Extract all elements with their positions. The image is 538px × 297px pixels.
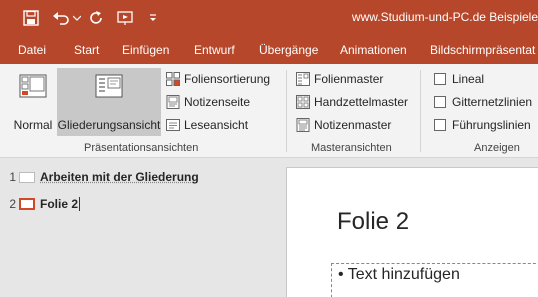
outline-item[interactable]: 2 Folie 2	[0, 193, 262, 215]
redo-icon[interactable]	[86, 0, 106, 36]
group-separator	[286, 70, 287, 152]
handout-master-label: Handzettelmaster	[314, 95, 409, 109]
handout-master-icon	[296, 95, 310, 109]
guides-checkbox-box[interactable]	[434, 119, 446, 131]
undo-dropdown-icon[interactable]	[72, 0, 82, 36]
presentation-views-group-label: Präsentationsansichten	[84, 142, 199, 154]
outline-view-icon	[95, 74, 123, 98]
ruler-checkbox[interactable]: Lineal	[434, 69, 484, 89]
gridlines-checkbox-box[interactable]	[434, 96, 446, 108]
outline-item[interactable]: 1 Arbeiten mit der Gliederung	[0, 166, 262, 188]
notes-page-button[interactable]: Notizenseite	[166, 92, 250, 112]
outline-view-label: Gliederungsansicht	[57, 118, 161, 132]
reading-view-icon	[166, 119, 180, 131]
outline-item-text[interactable]: Folie 2	[40, 197, 78, 211]
notes-master-icon	[296, 118, 310, 132]
guides-checkbox[interactable]: Führungslinien	[434, 115, 531, 135]
tab-entwurf[interactable]: Entwurf	[194, 36, 235, 64]
guides-label: Führungslinien	[452, 118, 531, 132]
notes-master-button[interactable]: Notizenmaster	[296, 115, 391, 135]
tab-uebergaenge[interactable]: Übergänge	[259, 36, 318, 64]
tab-einfuegen[interactable]: Einfügen	[122, 36, 169, 64]
slide-master-button[interactable]: Folienmaster	[296, 69, 383, 89]
tab-datei[interactable]: Datei	[18, 36, 46, 64]
tab-bildschirmpraesentation[interactable]: Bildschirmpräsentat	[430, 36, 535, 64]
ribbon-tabs: Datei Start Einfügen Entwurf Übergänge A…	[0, 36, 538, 64]
show-group-label: Anzeigen	[474, 142, 520, 154]
slide-thumbnail-icon[interactable]	[19, 171, 35, 183]
notes-master-label: Notizenmaster	[314, 118, 392, 132]
slide-sorter-label: Foliensortierung	[184, 72, 271, 86]
outline-pane[interactable]: 1 Arbeiten mit der Gliederung 2 Folie 2	[0, 159, 262, 297]
master-views-group-label: Masteransichten	[311, 142, 392, 154]
slide-thumbnail-icon[interactable]	[19, 198, 35, 210]
slide-sorter-icon	[166, 72, 180, 86]
save-icon[interactable]	[14, 0, 48, 36]
slide-sorter-button[interactable]: Foliensortierung	[166, 69, 270, 89]
title-bar: www.Studium-und-PC.de Beispiele	[0, 0, 538, 36]
handout-master-button[interactable]: Handzettelmaster	[296, 92, 408, 112]
slide-title[interactable]: Folie 2	[337, 208, 409, 236]
notes-page-icon	[166, 95, 180, 109]
pane-splitter[interactable]	[262, 159, 286, 297]
reading-view-label: Leseansicht	[184, 118, 249, 132]
ribbon-view-panel: Normal Gliederungsansicht Foliensortieru…	[0, 64, 538, 158]
outline-item-text[interactable]: Arbeiten mit der Gliederung	[40, 170, 199, 184]
ruler-label: Lineal	[452, 72, 485, 86]
tab-start[interactable]: Start	[74, 36, 99, 64]
normal-view-label: Normal	[13, 118, 53, 132]
start-from-beginning-icon[interactable]	[114, 0, 138, 36]
gridlines-label: Gitternetzlinien	[452, 95, 533, 109]
outline-view-button[interactable]: Gliederungsansicht	[57, 68, 161, 136]
tab-animationen[interactable]: Animationen	[340, 36, 407, 64]
slide-master-label: Folienmaster	[314, 72, 384, 86]
normal-view-button[interactable]: Normal	[10, 68, 56, 136]
content-placeholder-text: • Text hinzufügen	[338, 266, 460, 283]
slide-master-icon	[296, 72, 310, 86]
slide-canvas[interactable]: Folie 2 • Text hinzufügen	[286, 167, 538, 297]
ruler-checkbox-box[interactable]	[434, 73, 446, 85]
outline-item-number: 2	[9, 197, 16, 211]
content-placeholder[interactable]: • Text hinzufügen	[331, 263, 538, 297]
outline-item-number: 1	[9, 170, 16, 184]
customize-qat-icon[interactable]	[146, 0, 160, 36]
gridlines-checkbox[interactable]: Gitternetzlinien	[434, 92, 532, 112]
text-cursor	[79, 197, 81, 211]
group-separator	[420, 70, 421, 152]
undo-icon[interactable]	[50, 0, 72, 36]
notes-page-label: Notizenseite	[184, 95, 251, 109]
normal-view-icon	[19, 74, 47, 98]
reading-view-button[interactable]: Leseansicht	[166, 115, 248, 135]
document-title: www.Studium-und-PC.de Beispiele	[351, 10, 538, 24]
